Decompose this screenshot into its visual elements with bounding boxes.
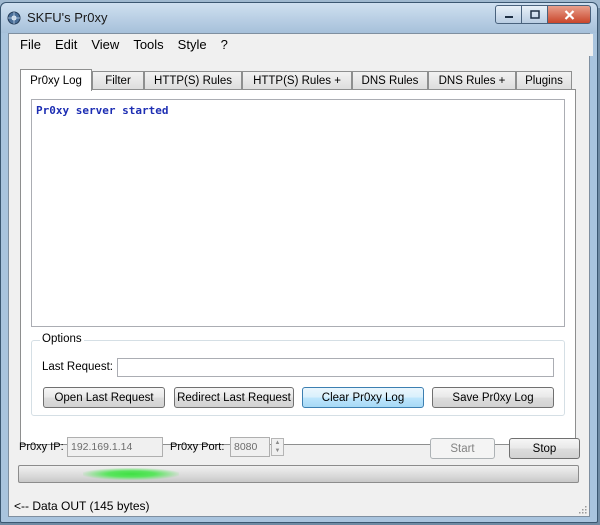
client-area: File Edit View Tools Style ? Pr0xy Log F… bbox=[8, 33, 593, 517]
proxy-log-panel: Pr0xy server started Options Last Reques… bbox=[20, 89, 576, 445]
tab-https-rules[interactable]: HTTP(S) Rules bbox=[144, 71, 242, 90]
proxy-port-label: Pr0xy Port: bbox=[170, 441, 225, 453]
minimize-button[interactable] bbox=[495, 5, 522, 24]
clear-log-button[interactable]: Clear Pr0xy Log bbox=[302, 387, 424, 408]
stop-button[interactable]: Stop bbox=[509, 438, 580, 459]
proxy-port-field[interactable]: 8080 bbox=[230, 437, 270, 457]
resize-grip-icon[interactable] bbox=[577, 504, 587, 514]
menu-edit[interactable]: Edit bbox=[48, 34, 84, 56]
maximize-icon bbox=[529, 10, 540, 19]
menu-style[interactable]: Style bbox=[171, 34, 214, 56]
options-group-title: Options bbox=[40, 333, 84, 345]
chevron-up-icon[interactable]: ▲ bbox=[272, 439, 283, 447]
tab-https-rules-plus[interactable]: HTTP(S) Rules + bbox=[242, 71, 352, 90]
menu-help[interactable]: ? bbox=[214, 34, 235, 56]
tab-dns-rules-plus[interactable]: DNS Rules + bbox=[428, 71, 516, 90]
save-log-button[interactable]: Save Pr0xy Log bbox=[432, 387, 554, 408]
proxy-ip-field[interactable]: 192.169.1.14 bbox=[67, 437, 163, 457]
minimize-icon bbox=[504, 15, 513, 18]
start-button[interactable]: Start bbox=[430, 438, 495, 459]
menu-view[interactable]: View bbox=[84, 34, 126, 56]
options-group: Options Last Request: Open Last Request … bbox=[31, 333, 565, 416]
close-icon bbox=[564, 9, 574, 20]
tab-plugins[interactable]: Plugins bbox=[516, 71, 572, 90]
maximize-button[interactable] bbox=[522, 5, 548, 24]
title-bar[interactable]: SKFU's Pr0xy bbox=[1, 3, 597, 33]
redirect-last-request-button[interactable]: Redirect Last Request bbox=[174, 387, 294, 408]
window-title: SKFU's Pr0xy bbox=[27, 10, 108, 25]
menu-file[interactable]: File bbox=[13, 34, 48, 56]
port-spinner[interactable]: ▲ ▼ bbox=[271, 438, 284, 456]
app-window: SKFU's Pr0xy File Edit View Tools Style … bbox=[0, 2, 598, 523]
open-last-request-button[interactable]: Open Last Request bbox=[43, 387, 165, 408]
tab-dns-rules[interactable]: DNS Rules bbox=[352, 71, 428, 90]
activity-progress-bar bbox=[18, 465, 579, 483]
log-textbox[interactable]: Pr0xy server started bbox=[31, 99, 565, 327]
tab-filter[interactable]: Filter bbox=[92, 71, 144, 90]
last-request-label: Last Request: bbox=[42, 361, 113, 373]
proxy-ip-label: Pr0xy IP: bbox=[19, 441, 64, 453]
log-line: Pr0xy server started bbox=[36, 104, 169, 117]
menu-bar: File Edit View Tools Style ? bbox=[9, 34, 593, 56]
tab-proxy-log[interactable]: Pr0xy Log bbox=[20, 69, 92, 91]
last-request-input[interactable] bbox=[117, 358, 554, 377]
progress-indicator bbox=[83, 468, 179, 480]
close-button[interactable] bbox=[548, 5, 591, 24]
caption-buttons bbox=[495, 5, 591, 24]
menu-tools[interactable]: Tools bbox=[126, 34, 170, 56]
status-text: <-- Data OUT (145 bytes) bbox=[14, 499, 150, 513]
chevron-down-icon[interactable]: ▼ bbox=[272, 447, 283, 455]
globe-gear-icon bbox=[7, 11, 21, 25]
